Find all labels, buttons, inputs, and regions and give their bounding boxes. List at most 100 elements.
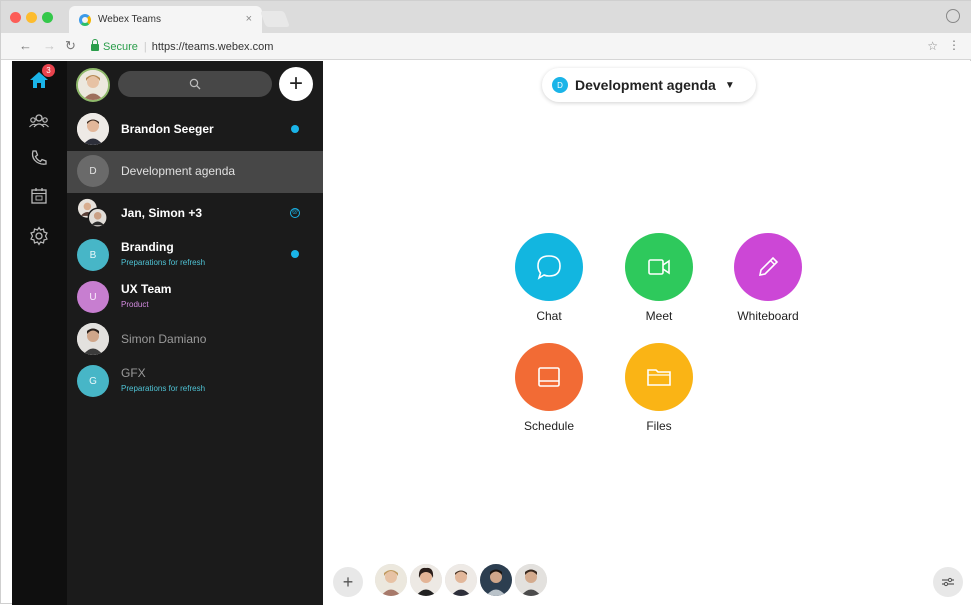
- person-portrait-icon: [77, 323, 109, 355]
- browser-tab[interactable]: Webex Teams ×: [69, 6, 262, 33]
- minimize-window-button[interactable]: [26, 12, 37, 23]
- spaces-sidebar: + Brandon Seeger D Development agenda Ja…: [67, 61, 323, 605]
- webex-app: 3 + Brandon Seeger D Development agenda …: [12, 61, 971, 605]
- list-item[interactable]: Simon Damiano: [67, 319, 323, 361]
- list-item[interactable]: D Development agenda: [67, 151, 323, 193]
- member-avatar[interactable]: [375, 564, 407, 596]
- list-item[interactable]: G GFX Preparations for refresh: [67, 361, 323, 403]
- browser-tab-bar: Webex Teams ×: [1, 1, 971, 33]
- files-action-label: Files: [646, 419, 672, 433]
- space-settings-button[interactable]: [933, 567, 963, 597]
- chat-bubble-icon: [537, 255, 561, 280]
- webex-favicon-icon: [79, 13, 91, 26]
- bookmark-star-icon[interactable]: ☆: [927, 39, 938, 53]
- forward-arrow-icon[interactable]: →: [43, 38, 56, 53]
- group-portrait-icon: [77, 198, 108, 228]
- list-item-title: Jan, Simon +3: [121, 206, 203, 220]
- space-main-panel: D Development agenda ▼ Chat Meet Whitebo…: [323, 61, 971, 605]
- calendar-nav-button[interactable]: [28, 185, 50, 207]
- browser-window: Webex Teams × ← → ↻ Secure | https:// te…: [0, 0, 971, 605]
- schedule-action-circle[interactable]: [515, 343, 583, 411]
- space-initial-avatar: D: [552, 77, 568, 93]
- files-action-button[interactable]: Files: [609, 343, 709, 433]
- unread-indicator: [291, 250, 299, 258]
- list-item[interactable]: U UX Team Product: [67, 277, 323, 319]
- avatar: B: [77, 239, 109, 271]
- browser-menu-icon[interactable]: ⋮: [948, 38, 960, 52]
- address-separator: |: [143, 40, 147, 53]
- new-space-button[interactable]: +: [279, 67, 313, 101]
- teams-nav-button[interactable]: [28, 109, 50, 131]
- list-item-title: GFX: [121, 366, 146, 380]
- member-avatar[interactable]: [480, 564, 512, 596]
- folder-icon: [647, 369, 671, 386]
- avatar: D: [77, 155, 109, 187]
- close-window-button[interactable]: [10, 12, 21, 23]
- reload-icon[interactable]: ↻: [65, 38, 76, 54]
- pencil-icon: [758, 256, 779, 277]
- list-item-subtitle: Preparations for refresh: [121, 258, 206, 267]
- browser-profile-icon[interactable]: [946, 9, 960, 23]
- unread-indicator: [291, 125, 299, 133]
- meet-action-button[interactable]: Meet: [609, 233, 709, 323]
- chat-action-button[interactable]: Chat: [499, 233, 599, 323]
- calls-nav-button[interactable]: [28, 147, 50, 169]
- avatar: [77, 113, 109, 145]
- group-avatar: [77, 197, 109, 229]
- list-item[interactable]: Brandon Seeger: [67, 109, 323, 151]
- user-portrait-icon: [78, 70, 108, 100]
- sliders-icon: [942, 577, 954, 587]
- back-arrow-icon[interactable]: ←: [19, 38, 32, 53]
- url-host: teams.webex.com: [184, 40, 274, 53]
- schedule-action-button[interactable]: Schedule: [499, 343, 599, 433]
- whiteboard-action-circle[interactable]: [734, 233, 802, 301]
- meet-action-label: Meet: [645, 309, 673, 323]
- new-tab-button[interactable]: [260, 11, 290, 27]
- schedule-action-label: Schedule: [523, 419, 575, 433]
- chat-action-circle[interactable]: [515, 233, 583, 301]
- tab-title: Webex Teams: [98, 14, 161, 25]
- home-nav-button[interactable]: 3: [28, 64, 55, 91]
- my-avatar[interactable]: [76, 68, 110, 102]
- caret-down-icon: ▼: [724, 79, 735, 91]
- avatar: U: [77, 281, 109, 313]
- person-portrait-icon: [410, 564, 442, 596]
- person-portrait-icon: [515, 564, 547, 596]
- gear-icon: [30, 226, 48, 246]
- member-avatars: [375, 564, 550, 596]
- list-item-title: Development agenda: [121, 164, 236, 178]
- search-icon: [189, 78, 201, 90]
- person-portrait-icon: [77, 113, 109, 145]
- secure-label: Secure: [103, 40, 138, 53]
- member-avatar[interactable]: [445, 564, 477, 596]
- tab-close-icon[interactable]: ×: [246, 13, 252, 25]
- list-item-title: Branding: [121, 240, 174, 254]
- maximize-window-button[interactable]: [42, 12, 53, 23]
- member-avatar[interactable]: [515, 564, 547, 596]
- list-item[interactable]: Jan, Simon +3 @: [67, 193, 323, 235]
- calendar-screen-icon: [538, 367, 560, 387]
- space-title-dropdown[interactable]: D Development agenda ▼: [542, 68, 756, 102]
- list-item[interactable]: B Branding Preparations for refresh: [67, 235, 323, 277]
- avatar: [77, 323, 109, 355]
- whiteboard-action-button[interactable]: Whiteboard: [718, 233, 818, 323]
- phone-icon: [31, 150, 47, 165]
- meet-action-circle[interactable]: [625, 233, 693, 301]
- person-portrait-icon: [480, 564, 512, 596]
- list-item-title: UX Team: [121, 282, 172, 296]
- list-item-title: Brandon Seeger: [121, 122, 214, 136]
- settings-nav-button[interactable]: [28, 225, 50, 247]
- nav-rail: 3: [12, 61, 67, 605]
- files-action-circle[interactable]: [625, 343, 693, 411]
- member-avatar[interactable]: [410, 564, 442, 596]
- mention-icon: @: [290, 208, 300, 218]
- person-portrait-icon: [445, 564, 477, 596]
- chat-action-label: Chat: [536, 309, 562, 323]
- address-bar[interactable]: Secure | https:// teams.webex.com: [85, 37, 915, 56]
- search-input[interactable]: [118, 71, 272, 97]
- list-item-subtitle: Preparations for refresh: [121, 384, 206, 393]
- lock-icon: [91, 39, 99, 51]
- list-item-subtitle: Product: [121, 300, 149, 309]
- plus-icon: +: [288, 70, 303, 97]
- add-people-button[interactable]: +: [333, 567, 363, 597]
